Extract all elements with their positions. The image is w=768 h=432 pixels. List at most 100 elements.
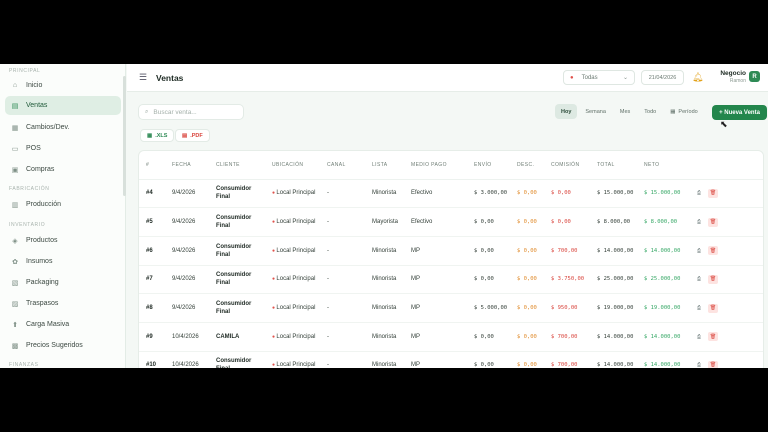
- delete-icon[interactable]: 🗑︎: [708, 188, 718, 198]
- print-icon[interactable]: ⎙: [694, 275, 704, 284]
- col-header[interactable]: NETO: [637, 151, 687, 180]
- home-icon: ⌂: [12, 82, 18, 89]
- export-xls-button[interactable]: ▦ .XLS: [140, 129, 175, 142]
- table-row[interactable]: #6 9/4/2026 Consumidor Final ● Local Princi…: [139, 236, 763, 266]
- table-row[interactable]: #5 9/4/2026 Consumidor Final ● Local Princi…: [139, 207, 763, 237]
- sidebar-item-inicio[interactable]: ⌂ Inicio: [5, 76, 121, 95]
- delete-icon[interactable]: 🗑︎: [708, 274, 718, 284]
- table-row[interactable]: #1010/4/2026Consumidor Final● Local Prin…: [139, 351, 763, 368]
- business-info[interactable]: Negocio Ramon: [710, 70, 746, 84]
- col-header[interactable]: CLIENTE: [209, 151, 265, 180]
- cell-id: #5: [139, 207, 165, 237]
- date-field[interactable]: 21/04/2026: [641, 70, 684, 85]
- cell-cliente: Consumidor Final: [209, 351, 265, 368]
- cell-envio: $ 0,00: [467, 351, 510, 368]
- cell-fecha: 9/4/2026: [165, 293, 209, 323]
- export-xls-label: .XLS: [155, 132, 168, 139]
- delete-icon[interactable]: 🗑︎: [708, 246, 718, 256]
- print-icon[interactable]: ⎙: [694, 218, 704, 227]
- sidebar-item-precios[interactable]: ▩ Precios Sugeridos: [5, 336, 121, 355]
- cell-envio: $ 3.000,00: [467, 179, 510, 209]
- cell-neto: $ 14.000,00: [637, 322, 687, 352]
- cell-fecha: 10/4/2026: [165, 351, 209, 368]
- filter-hoy[interactable]: Hoy: [555, 104, 578, 119]
- print-icon[interactable]: ⎙: [694, 332, 704, 341]
- sidebar-item-carga-masiva[interactable]: ⬆ Carga Masiva: [5, 315, 121, 334]
- sidebar-item-pos[interactable]: ▭ POS: [5, 139, 121, 158]
- filter-todo[interactable]: Todo: [638, 104, 662, 119]
- col-header[interactable]: DESC.: [510, 151, 544, 180]
- col-header[interactable]: FECHA: [165, 151, 209, 180]
- delete-icon[interactable]: 🗑︎: [708, 303, 718, 313]
- delete-icon[interactable]: 🗑︎: [708, 217, 718, 227]
- cell-neto: $ 15.000,00: [637, 179, 687, 209]
- print-icon[interactable]: ⎙: [694, 189, 704, 198]
- cell-actions: ⎙ 🗑︎: [687, 322, 763, 352]
- cell-neto: $ 19.000,00: [637, 293, 687, 323]
- sidebar-item-traspasos[interactable]: ▨ Traspasos: [5, 294, 121, 313]
- sidebar-item-label: Producción: [26, 201, 62, 208]
- delete-icon[interactable]: 🗑︎: [708, 332, 718, 342]
- col-header[interactable]: MEDIO PAGO: [404, 151, 467, 180]
- table-row[interactable]: #9 10/4/2026 CAMILA ● Local Principal - Minor…: [139, 322, 763, 352]
- col-header-actions: [687, 151, 763, 180]
- col-header[interactable]: TOTAL: [590, 151, 637, 180]
- new-sale-button[interactable]: + Nueva Venta: [712, 105, 767, 120]
- sidebar-item-compras[interactable]: ▣ Compras: [5, 160, 121, 179]
- location-select[interactable]: ● Todas ⌄: [563, 70, 635, 85]
- cell-actions: ⎙ 🗑︎: [687, 207, 763, 237]
- bell-icon[interactable]: 🔔︎: [692, 72, 703, 83]
- sidebar-item-cambios[interactable]: ▦ Cambios/Dev.: [5, 118, 121, 137]
- table-row[interactable]: #7 9/4/2026 Consumidor Final ● Local Princi…: [139, 265, 763, 295]
- cell-lista: Minorista: [365, 265, 404, 295]
- sidebar-item-packaging[interactable]: ▧ Packaging: [5, 273, 121, 292]
- sidebar-item-label: Ventas: [26, 102, 48, 109]
- cell-fecha: 10/4/2026: [165, 322, 209, 352]
- table-row[interactable]: #4 9/4/2026 Consumidor Final ● Local Princi…: [139, 179, 763, 209]
- export-pdf-button[interactable]: ▤ .PDF: [175, 129, 210, 142]
- sidebar-section-principal: PRINCIPAL: [9, 68, 41, 74]
- sidebar-scrollbar[interactable]: [123, 76, 126, 196]
- cell-lista: Minorista: [365, 293, 404, 323]
- menu-icon[interactable]: ☰: [139, 72, 147, 83]
- period-filter: Hoy Semana Mes Todo ▦ Período: [555, 104, 704, 119]
- cell-ubicacion: ● Local Principal: [265, 179, 320, 209]
- sidebar-item-label: Precios Sugeridos: [26, 342, 83, 349]
- delete-icon[interactable]: 🗑︎: [708, 360, 718, 368]
- col-header[interactable]: COMISIÓN: [544, 151, 590, 180]
- cell-comision: $ 700,00: [544, 236, 590, 266]
- avatar[interactable]: R: [749, 71, 760, 82]
- cell-total: $ 8.000,00: [590, 207, 637, 237]
- cell-pago: MP: [404, 236, 467, 266]
- sales-table: # FECHA CLIENTE UBICACIÓN CANAL LISTA ME…: [139, 151, 763, 368]
- col-header[interactable]: ENVÍO: [467, 151, 510, 180]
- print-icon[interactable]: ⎙: [694, 361, 704, 368]
- cell-ubicacion: ● Local Principal: [265, 207, 320, 237]
- filter-semana[interactable]: Semana: [579, 104, 612, 119]
- filter-mes[interactable]: Mes: [614, 104, 636, 119]
- print-icon[interactable]: ⎙: [694, 304, 704, 313]
- table-row[interactable]: #8 9/4/2026 Consumidor Final ● Local Princi…: [139, 293, 763, 323]
- print-icon[interactable]: ⎙: [694, 246, 704, 255]
- col-header[interactable]: CANAL: [320, 151, 365, 180]
- calendar-icon: ▦: [670, 108, 676, 115]
- search-icon: ⌕: [145, 108, 149, 115]
- cell-actions: ⎙ 🗑︎: [687, 179, 763, 209]
- sidebar-item-productos[interactable]: ◈ Productos: [5, 231, 121, 250]
- cell-comision: $ 3.750,00: [544, 265, 590, 295]
- cell-lista: Mayorista: [365, 207, 404, 237]
- location-pin-icon: ●: [570, 74, 574, 81]
- sidebar-item-ventas[interactable]: ▤ Ventas: [5, 96, 121, 115]
- sidebar-item-label: Packaging: [26, 279, 59, 286]
- sales-icon: ▤: [11, 102, 19, 110]
- sidebar-item-produccion[interactable]: ▥ Producción: [5, 195, 121, 214]
- cell-desc: $ 0,00: [510, 293, 544, 323]
- col-header[interactable]: UBICACIÓN: [265, 151, 320, 180]
- col-header[interactable]: #: [139, 151, 165, 180]
- col-header[interactable]: LISTA: [365, 151, 404, 180]
- sidebar-item-insumos[interactable]: ✿ Insumos: [5, 252, 121, 271]
- search-input[interactable]: ⌕ Buscar venta...: [138, 104, 244, 120]
- sidebar-item-label: Cambios/Dev.: [26, 124, 70, 131]
- filter-periodo[interactable]: ▦ Período: [664, 104, 703, 119]
- cart-icon: ▣: [11, 166, 19, 174]
